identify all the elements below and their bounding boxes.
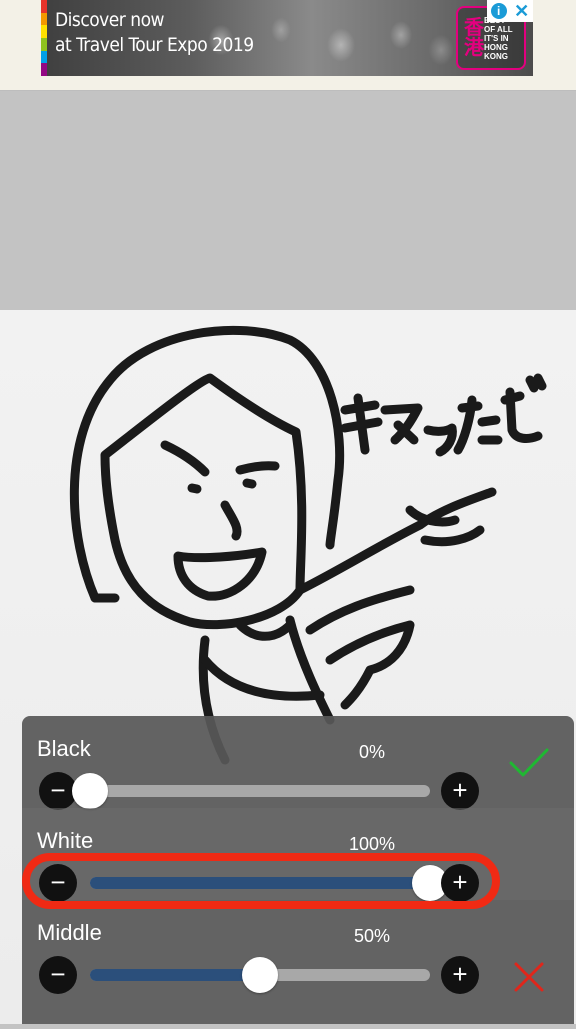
left-eyebrow — [160, 440, 210, 477]
right-eyebrow — [235, 461, 280, 475]
nose — [220, 500, 242, 541]
caption-ma — [380, 403, 423, 445]
white-plus-button[interactable]: + — [441, 864, 479, 902]
caption-ta — [453, 395, 503, 455]
white-label: White — [37, 828, 94, 853]
ad-stripe — [41, 63, 47, 76]
white-slider-fill — [90, 877, 430, 889]
confirm-check-icon[interactable] — [508, 746, 550, 780]
ad-stripe — [41, 37, 47, 51]
white-slider-track[interactable] — [90, 865, 448, 901]
black-label: Black — [37, 736, 91, 761]
cancel-x-icon[interactable] — [512, 960, 546, 994]
white-level-row: White 100% − + — [22, 808, 574, 902]
ad-banner[interactable]: Discover now at Travel Tour Expo 2019 香港… — [41, 0, 533, 76]
arm-lower — [305, 585, 415, 635]
middle-label: Middle — [37, 920, 102, 945]
ad-color-stripes — [41, 0, 47, 76]
black-slider-track[interactable] — [72, 773, 430, 809]
black-value: 0% — [358, 742, 385, 762]
ad-stripe — [41, 0, 47, 13]
ad-stripe — [41, 50, 47, 64]
ad-logo-text: BEST OF ALL IT'S IN HONG KONG — [484, 16, 513, 61]
levels-panel: Black 0% − + White 100% − + Middle 50% −… — [22, 716, 574, 1024]
middle-level-row: Middle 50% − + — [22, 900, 574, 994]
second-hand — [325, 620, 415, 710]
ad-headline: Discover now at Travel Tour Expo 2019 — [55, 9, 254, 56]
mouth — [173, 547, 267, 601]
middle-value: 50% — [353, 926, 391, 946]
caption-ze — [500, 373, 547, 443]
ad-close-icon[interactable]: ✕ — [514, 2, 529, 20]
black-slider-thumb[interactable] — [72, 773, 108, 809]
middle-slider-thumb[interactable] — [242, 957, 278, 993]
middle-plus-button[interactable]: + — [441, 956, 479, 994]
right-eye — [242, 478, 257, 489]
ad-info-icon[interactable]: i — [490, 3, 507, 19]
middle-slider-fill — [90, 969, 260, 981]
middle-minus-button[interactable]: − — [39, 956, 77, 994]
black-level-row: Black 0% − + — [22, 716, 574, 810]
black-plus-button[interactable]: + — [441, 772, 479, 810]
ad-choices[interactable]: i ✕ — [487, 0, 533, 22]
middle-slider-track[interactable] — [90, 957, 430, 993]
ad-stripe — [41, 12, 47, 26]
white-value: 100% — [348, 834, 396, 854]
caption-ki — [340, 393, 383, 455]
face-outline — [100, 373, 307, 630]
ad-banner-area: Discover now at Travel Tour Expo 2019 香港… — [0, 0, 576, 91]
ad-stripe — [41, 25, 47, 38]
white-minus-button[interactable]: − — [39, 864, 77, 902]
caption-tsu — [423, 423, 457, 457]
left-eye — [187, 483, 202, 494]
collar — [235, 620, 295, 641]
